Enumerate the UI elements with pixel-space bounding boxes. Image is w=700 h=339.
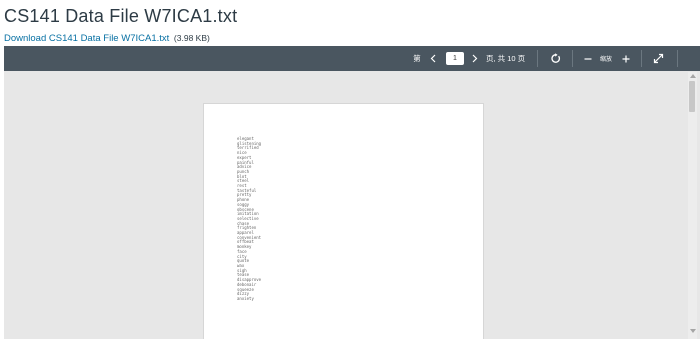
prev-page-button[interactable] xyxy=(426,46,440,71)
chevron-left-icon xyxy=(430,54,436,63)
toolbar-divider xyxy=(677,50,678,67)
minus-icon xyxy=(584,57,592,60)
viewer-toolbar: 第 页, 共 10 页 缩放 xyxy=(4,46,700,71)
page-prefix: 第 xyxy=(413,54,421,63)
chevron-right-icon xyxy=(472,54,478,63)
file-size: (3.98 KB) xyxy=(173,33,210,43)
next-page-button[interactable] xyxy=(469,46,481,71)
scroll-thumb[interactable] xyxy=(689,81,695,112)
scroll-up-arrow-icon[interactable] xyxy=(690,74,696,78)
toolbar-divider xyxy=(641,50,642,67)
page-title: CS141 Data File W7ICA1.txt xyxy=(4,6,238,26)
page-count-label: 页, 共 10 页 xyxy=(486,54,526,63)
vertical-scrollbar[interactable] xyxy=(688,72,697,339)
scroll-down-arrow-icon[interactable] xyxy=(690,329,696,333)
zoom-in-button[interactable] xyxy=(618,46,634,71)
zoom-label: 缩放 xyxy=(599,57,612,63)
expand-icon xyxy=(653,53,663,64)
word-list: elegant glistening terrified nice expert pain… xyxy=(237,136,261,302)
zoom-out-button[interactable] xyxy=(580,46,596,71)
plus-icon xyxy=(622,55,630,62)
download-link[interactable]: Download CS141 Data File W7ICA1.txt xyxy=(4,33,169,44)
download-row: Download CS141 Data File W7ICA1.txt (3.9… xyxy=(4,33,210,44)
toolbar-divider xyxy=(537,50,538,67)
document-viewer: 第 页, 共 10 页 缩放 xyxy=(4,46,700,339)
rotate-icon xyxy=(550,53,560,63)
fullscreen-button[interactable] xyxy=(649,46,667,71)
toolbar-divider xyxy=(572,50,573,67)
document-line: anxiety xyxy=(237,295,254,301)
rotate-button[interactable] xyxy=(546,46,564,71)
document-page: elegant glistening terrified nice expert pain… xyxy=(203,103,484,339)
page-number-input[interactable] xyxy=(446,52,464,65)
